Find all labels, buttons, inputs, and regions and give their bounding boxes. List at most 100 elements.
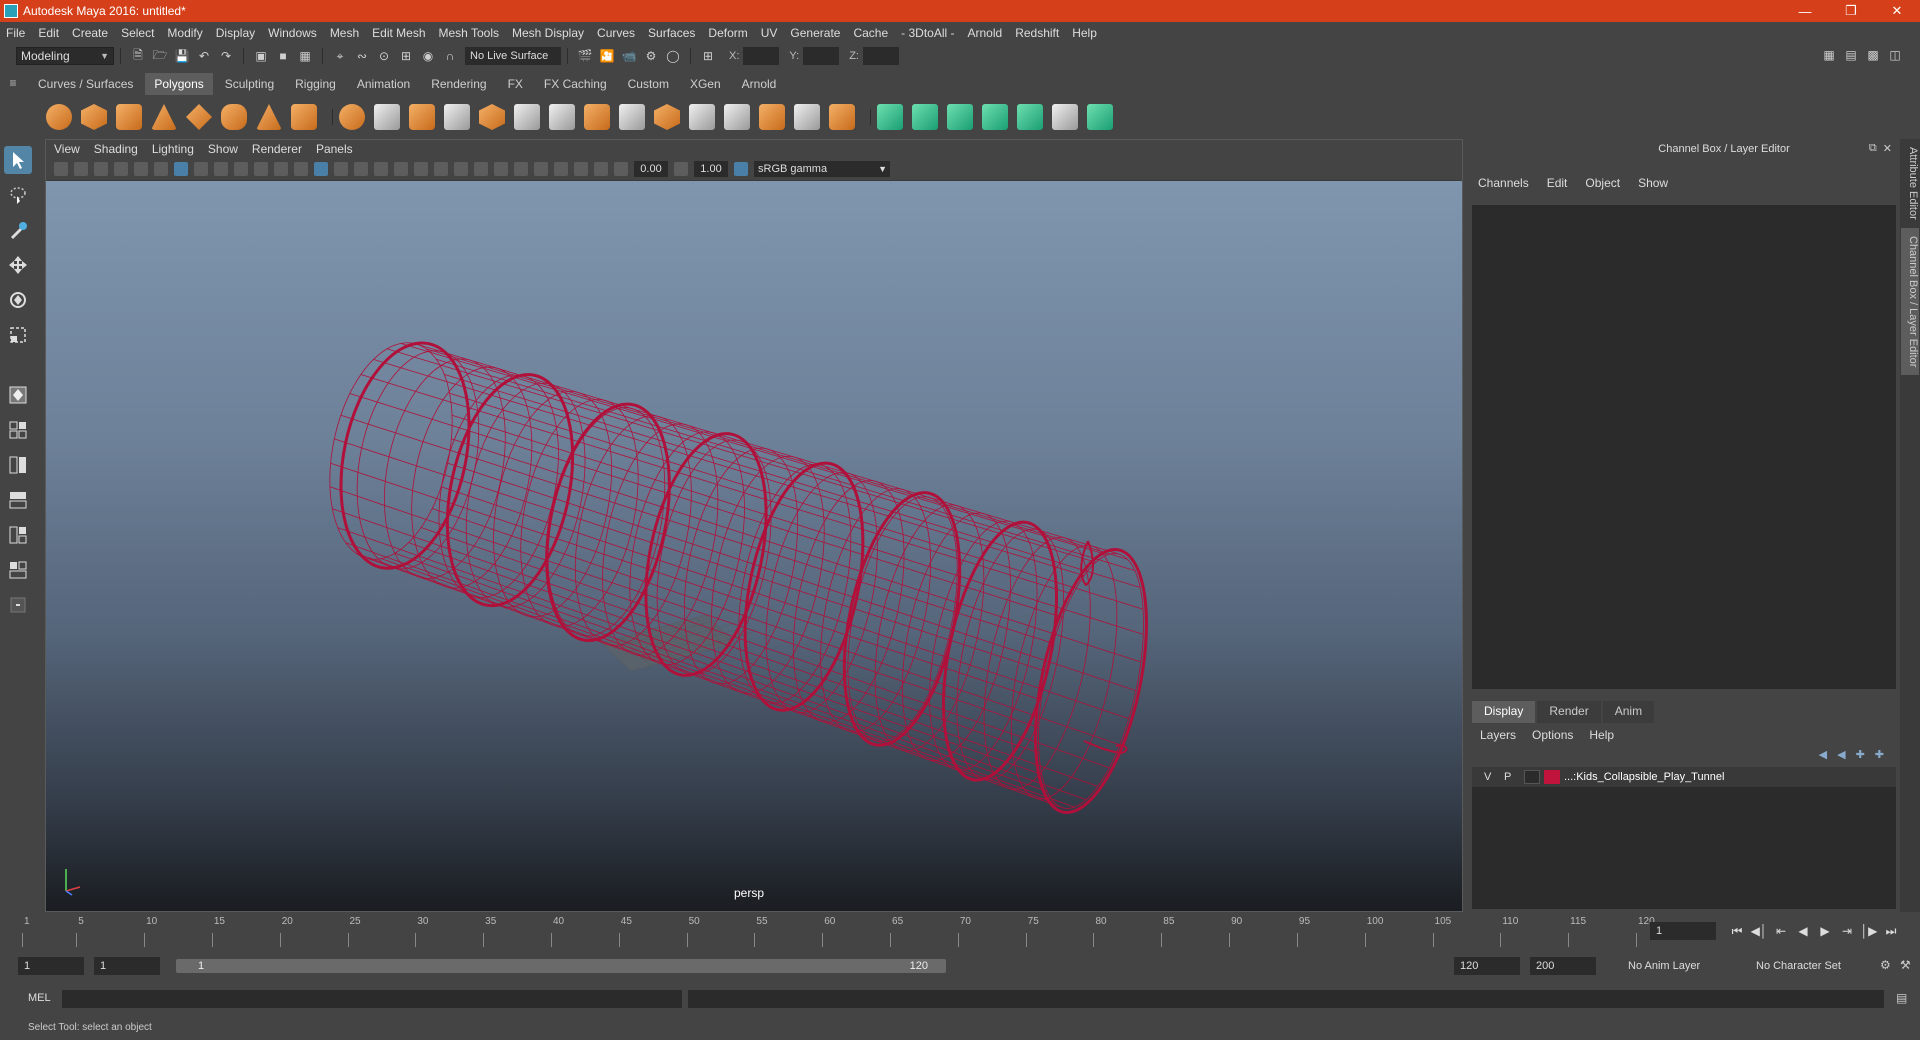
layer-display-type[interactable] xyxy=(1524,770,1540,784)
smooth-icon[interactable] xyxy=(409,104,435,130)
y-field[interactable] xyxy=(803,47,840,65)
poly-cube-icon[interactable] xyxy=(81,104,107,130)
save-scene-icon[interactable]: 💾 xyxy=(174,48,190,64)
select-component-icon[interactable]: ▦ xyxy=(297,48,313,64)
channel-menu-show[interactable]: Show xyxy=(1638,176,1668,190)
menu-curves[interactable]: Curves xyxy=(597,26,635,40)
animation-start-field[interactable]: 1 xyxy=(18,957,84,975)
safe-title-icon[interactable] xyxy=(294,162,308,176)
x-field[interactable] xyxy=(743,47,780,65)
view-transform-dropdown[interactable]: sRGB gamma ▼ xyxy=(754,161,890,177)
menu-select[interactable]: Select xyxy=(121,26,154,40)
grease-pencil-icon[interactable] xyxy=(154,162,168,176)
bookmark-icon[interactable] xyxy=(94,162,108,176)
z-field[interactable] xyxy=(862,47,899,65)
cylindrical-uv-icon[interactable] xyxy=(912,104,938,130)
ipr-render-icon[interactable]: 📹 xyxy=(621,48,637,64)
move-layer-down-icon[interactable]: ◀ xyxy=(1837,748,1845,761)
shadows-icon[interactable] xyxy=(434,162,448,176)
menu-3dtoall[interactable]: - 3DtoAll - xyxy=(901,26,954,40)
field-chart-icon[interactable] xyxy=(254,162,268,176)
menu-modify[interactable]: Modify xyxy=(167,26,202,40)
command-language-label[interactable]: MEL xyxy=(28,992,51,1004)
multisample-aa-icon[interactable] xyxy=(494,162,508,176)
minimize-button[interactable]: — xyxy=(1782,0,1828,22)
boolean-icon[interactable] xyxy=(444,104,470,130)
safe-action-icon[interactable] xyxy=(274,162,288,176)
undo-icon[interactable]: ↶ xyxy=(196,48,212,64)
anim-layer-dropdown[interactable]: No Anim Layer xyxy=(1620,957,1740,975)
exposure-icon[interactable] xyxy=(614,162,628,176)
menu-arnold[interactable]: Arnold xyxy=(968,26,1003,40)
layer-menu-layers[interactable]: Layers xyxy=(1480,728,1516,742)
camera-attributes-icon[interactable] xyxy=(74,162,88,176)
scale-tool-icon[interactable] xyxy=(4,321,32,349)
cut-sew-uv-icon[interactable] xyxy=(1087,104,1113,130)
snap-live-icon[interactable]: ◉ xyxy=(420,48,436,64)
unfold-uv-icon[interactable] xyxy=(1017,104,1043,130)
xray-joints-icon[interactable] xyxy=(594,162,608,176)
viewport-menu-panels[interactable]: Panels xyxy=(316,142,353,156)
snap-point-icon[interactable]: ⊙ xyxy=(376,48,392,64)
target-weld-icon[interactable] xyxy=(654,104,680,130)
menu-uv[interactable]: UV xyxy=(761,26,778,40)
time-slider[interactable]: 1 5 10 15 20 25 30 35 40 45 50 55 60 65 70 75 80 85 90 95 10… xyxy=(22,915,1655,947)
menu-redshift[interactable]: Redshift xyxy=(1015,26,1059,40)
automatic-uv-icon[interactable] xyxy=(982,104,1008,130)
select-camera-icon[interactable] xyxy=(54,162,68,176)
layer-visibility-toggle[interactable]: V xyxy=(1484,771,1504,783)
layer-menu-help[interactable]: Help xyxy=(1589,728,1614,742)
insert-edge-loop-icon[interactable] xyxy=(584,104,610,130)
toolbox-more-icon[interactable] xyxy=(4,591,32,619)
layout-graph-persp-icon[interactable] xyxy=(4,521,32,549)
shelf-tab-rigging[interactable]: Rigging xyxy=(286,73,345,95)
step-forward-icon[interactable]: │▶ xyxy=(1858,922,1880,940)
channel-box-area[interactable] xyxy=(1472,205,1896,689)
gate-mask-icon[interactable] xyxy=(234,162,248,176)
use-default-material-icon[interactable] xyxy=(354,162,368,176)
shelf-tab-custom[interactable]: Custom xyxy=(619,73,678,95)
new-layer-icon[interactable]: ✚ xyxy=(1856,748,1865,761)
modeling-toolkit-icon[interactable]: ▦ xyxy=(1821,47,1837,63)
2d-pan-zoom-icon[interactable] xyxy=(134,162,148,176)
viewport-menu-shading[interactable]: Shading xyxy=(94,142,138,156)
new-scene-icon[interactable]: 🗎 xyxy=(130,48,146,64)
magnet-icon[interactable]: ∩ xyxy=(442,48,458,64)
layer-menu-options[interactable]: Options xyxy=(1532,728,1573,742)
select-hierarchy-icon[interactable]: ▣ xyxy=(253,48,269,64)
gamma-field[interactable]: 1.00 xyxy=(694,161,728,177)
select-object-icon[interactable]: ■ xyxy=(275,48,291,64)
menu-windows[interactable]: Windows xyxy=(268,26,317,40)
restore-button[interactable]: ❐ xyxy=(1828,0,1874,22)
menu-edit-mesh[interactable]: Edit Mesh xyxy=(372,26,425,40)
go-to-end-icon[interactable]: ⏭ xyxy=(1880,922,1902,940)
play-forward-icon[interactable]: ▶ xyxy=(1814,922,1836,940)
new-layer-selected-icon[interactable]: ✚ xyxy=(1875,748,1884,761)
center-pivot-icon[interactable] xyxy=(794,104,820,130)
render-frame-icon[interactable]: 🎦 xyxy=(599,48,615,64)
mirror-icon[interactable] xyxy=(759,104,785,130)
shelf-tab-arnold[interactable]: Arnold xyxy=(733,73,786,95)
image-plane-icon[interactable] xyxy=(114,162,128,176)
close-button[interactable]: ✕ xyxy=(1874,0,1920,22)
move-tool-icon[interactable] xyxy=(4,251,32,279)
layer-tab-render[interactable]: Render xyxy=(1537,701,1601,723)
channel-box-toggle-icon[interactable]: ◫ xyxy=(1887,47,1903,63)
layer-playback-toggle[interactable]: P xyxy=(1504,771,1524,783)
menu-surfaces[interactable]: Surfaces xyxy=(648,26,695,40)
viewport-canvas[interactable]: persp xyxy=(46,181,1462,911)
character-set-dropdown[interactable]: No Character Set xyxy=(1748,957,1874,975)
poly-cylinder-icon[interactable] xyxy=(116,104,142,130)
side-tab-channel-box[interactable]: Channel Box / Layer Editor xyxy=(1901,227,1919,376)
poly-cone-icon[interactable] xyxy=(151,104,177,130)
play-backward-icon[interactable]: ◀ xyxy=(1792,922,1814,940)
channel-menu-edit[interactable]: Edit xyxy=(1547,176,1568,190)
separate-icon[interactable] xyxy=(374,104,400,130)
auto-key-icon[interactable]: ⚙ xyxy=(1880,958,1891,972)
shelf-tab-polygons[interactable]: Polygons xyxy=(145,73,213,95)
snap-curve-icon[interactable]: ∾ xyxy=(354,48,370,64)
channel-menu-object[interactable]: Object xyxy=(1585,176,1620,190)
layer-row[interactable]: V P ...:Kids_Collapsible_Play_Tunnel xyxy=(1472,767,1896,787)
menu-generate[interactable]: Generate xyxy=(790,26,840,40)
combine-icon[interactable] xyxy=(339,104,365,130)
